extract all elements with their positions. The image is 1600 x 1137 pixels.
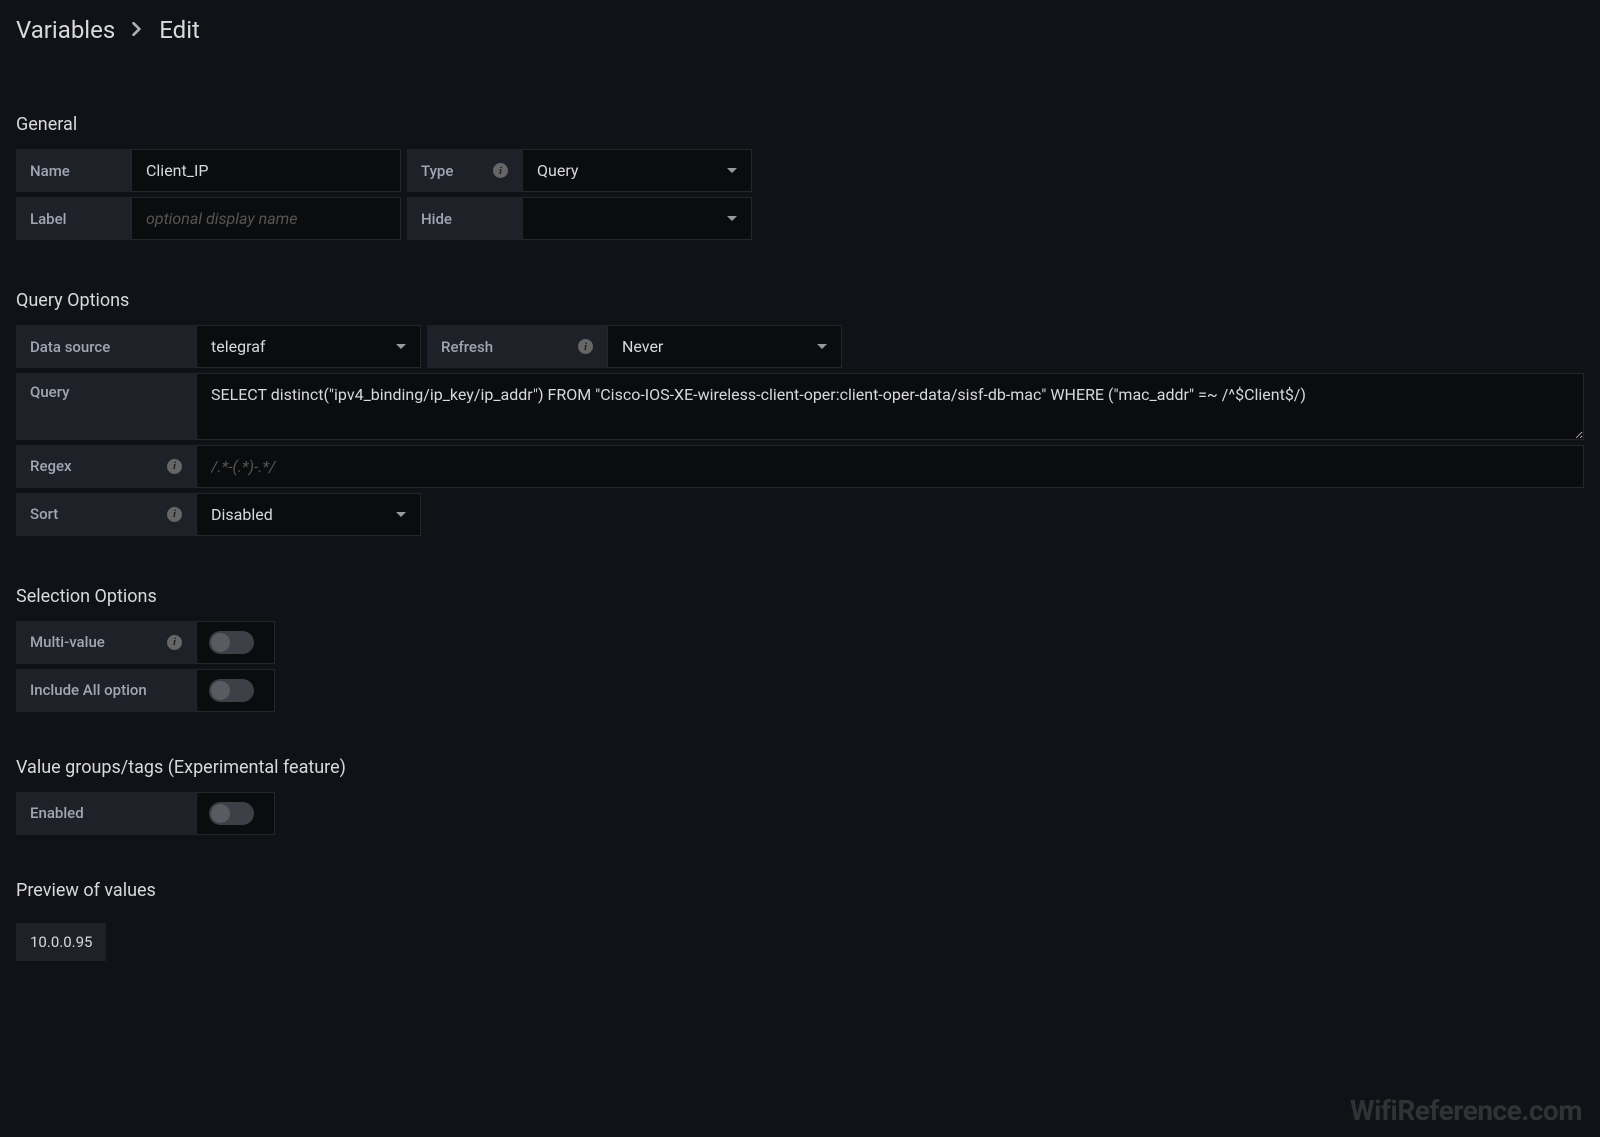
regex-label: Regex i bbox=[16, 445, 196, 488]
selection-options-section: Selection Options Multi-value i Include … bbox=[16, 586, 1584, 712]
section-title-general: General bbox=[16, 114, 1584, 135]
sort-select[interactable]: Disabled bbox=[196, 493, 421, 536]
section-title-preview: Preview of values bbox=[16, 880, 1584, 901]
general-section: General Name Type i Query Label bbox=[16, 114, 1584, 240]
caret-down-icon bbox=[396, 344, 406, 349]
caret-down-icon bbox=[396, 512, 406, 517]
query-textarea[interactable] bbox=[196, 373, 1584, 440]
section-title-selection-options: Selection Options bbox=[16, 586, 1584, 607]
name-input[interactable] bbox=[131, 149, 401, 192]
caret-down-icon bbox=[727, 168, 737, 173]
hide-select[interactable] bbox=[522, 197, 752, 240]
info-icon[interactable]: i bbox=[167, 635, 182, 650]
query-label: Query bbox=[16, 373, 196, 440]
enabled-toggle[interactable] bbox=[196, 792, 275, 835]
info-icon[interactable]: i bbox=[167, 459, 182, 474]
breadcrumb-current: Edit bbox=[159, 16, 200, 44]
preview-value-chip: 10.0.0.95 bbox=[16, 923, 106, 961]
label-input[interactable] bbox=[131, 197, 401, 240]
refresh-select[interactable]: Never bbox=[607, 325, 842, 368]
caret-down-icon bbox=[727, 216, 737, 221]
sort-label: Sort i bbox=[16, 493, 196, 536]
label-label: Label bbox=[16, 197, 131, 240]
includeall-label: Include All option bbox=[16, 669, 196, 712]
chevron-right-icon bbox=[131, 21, 143, 40]
hide-label: Hide bbox=[407, 197, 522, 240]
section-title-query-options: Query Options bbox=[16, 290, 1584, 311]
info-icon[interactable]: i bbox=[493, 163, 508, 178]
info-icon[interactable]: i bbox=[578, 339, 593, 354]
preview-section: Preview of values 10.0.0.95 bbox=[16, 880, 1584, 961]
multivalue-label: Multi-value i bbox=[16, 621, 196, 664]
regex-input[interactable] bbox=[196, 445, 1584, 488]
section-title-value-groups: Value groups/tags (Experimental feature) bbox=[16, 757, 1584, 778]
watermark: WifiReference.com bbox=[1350, 1094, 1582, 1127]
type-label: Type i bbox=[407, 149, 522, 192]
datasource-label: Data source bbox=[16, 325, 196, 368]
caret-down-icon bbox=[817, 344, 827, 349]
refresh-label: Refresh i bbox=[427, 325, 607, 368]
breadcrumb: Variables Edit bbox=[16, 16, 1584, 44]
info-icon[interactable]: i bbox=[167, 507, 182, 522]
includeall-toggle[interactable] bbox=[196, 669, 275, 712]
breadcrumb-parent[interactable]: Variables bbox=[16, 16, 115, 44]
type-select[interactable]: Query bbox=[522, 149, 752, 192]
enabled-label: Enabled bbox=[16, 792, 196, 835]
value-groups-section: Value groups/tags (Experimental feature)… bbox=[16, 757, 1584, 835]
query-options-section: Query Options Data source telegraf Refre… bbox=[16, 290, 1584, 536]
multivalue-toggle[interactable] bbox=[196, 621, 275, 664]
name-label: Name bbox=[16, 149, 131, 192]
datasource-select[interactable]: telegraf bbox=[196, 325, 421, 368]
